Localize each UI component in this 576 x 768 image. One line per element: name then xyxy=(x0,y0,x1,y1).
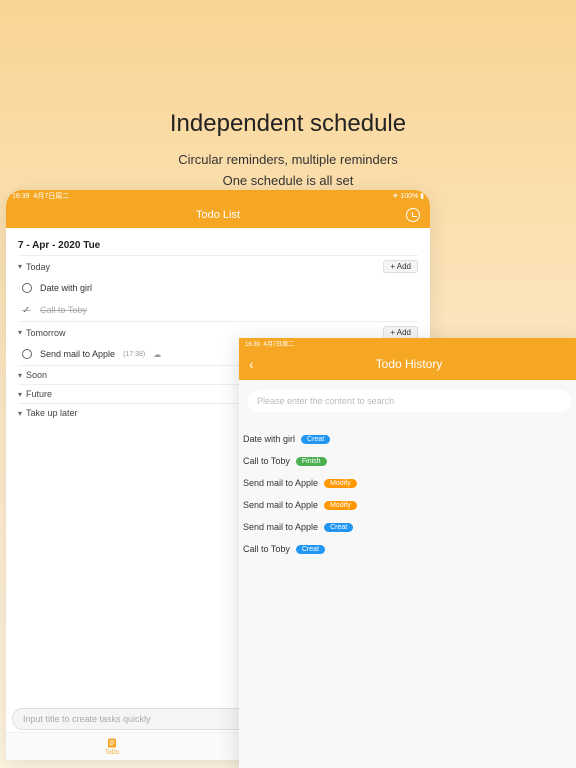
page-title: Todo List xyxy=(196,209,240,221)
status-bar: 16:39 4月7日周二 ✈ 100% ▮ xyxy=(6,190,430,202)
chevron-down-icon: ▾ xyxy=(18,328,22,337)
status-badge: Finish xyxy=(296,457,327,466)
cloud-icon: ☁ xyxy=(153,350,161,359)
section-today[interactable]: ▾Today + Add xyxy=(18,255,418,277)
status-badge: Modify xyxy=(324,479,357,488)
status-badge: Modify xyxy=(324,501,357,510)
chevron-down-icon: ▾ xyxy=(18,262,22,271)
check-icon[interactable] xyxy=(22,305,32,315)
list-icon xyxy=(106,737,118,749)
history-item-text: Send mail to Apple xyxy=(243,522,318,532)
date-header: 7 - Apr - 2020 Tue xyxy=(18,236,418,255)
history-item[interactable]: Send mail to Apple Creat xyxy=(243,516,575,538)
tab-todo[interactable]: ToDo xyxy=(6,733,218,760)
hero-section: Independent schedule Circular reminders,… xyxy=(0,0,576,192)
page-title: Todo History xyxy=(376,357,443,371)
chevron-down-icon: ▾ xyxy=(18,371,22,380)
history-item-text: Call to Toby xyxy=(243,456,290,466)
status-badge: Creat xyxy=(301,435,330,444)
history-item-text: Send mail to Apple xyxy=(243,478,318,488)
hero-title: Independent schedule xyxy=(0,110,576,138)
history-item[interactable]: Send mail to Apple Modify xyxy=(243,494,575,516)
todo-header: Todo List xyxy=(6,202,430,228)
history-item-text: Send mail to Apple xyxy=(243,500,318,510)
add-button[interactable]: + Add xyxy=(383,260,418,273)
circle-icon[interactable] xyxy=(22,283,32,293)
back-icon[interactable]: ‹ xyxy=(249,356,254,372)
todo-history-screen: 16:39 4月7日周二 ‹ Todo History Please enter… xyxy=(239,338,576,768)
hero-subtitle: Circular reminders, multiple reminders O… xyxy=(0,150,576,192)
history-item[interactable]: Date with girl Creat xyxy=(243,428,575,450)
history-icon[interactable] xyxy=(406,208,420,222)
task-item[interactable]: Date with girl xyxy=(18,277,418,299)
history-item[interactable]: Send mail to Apple Modify xyxy=(243,472,575,494)
chevron-down-icon: ▾ xyxy=(18,390,22,399)
status-badge: Creat xyxy=(296,545,325,554)
circle-icon[interactable] xyxy=(22,349,32,359)
search-input[interactable]: Please enter the content to search xyxy=(247,390,571,412)
status-badge: Creat xyxy=(324,523,353,532)
history-item-text: Date with girl xyxy=(243,434,295,444)
history-header: ‹ Todo History xyxy=(239,348,576,380)
history-list: Date with girl Creat Call to Toby Finish Sen… xyxy=(239,422,576,566)
history-item[interactable]: Call to Toby Creat xyxy=(243,538,575,560)
task-item-done[interactable]: Call to Toby xyxy=(18,299,418,321)
history-item-text: Call to Toby xyxy=(243,544,290,554)
status-bar: 16:39 4月7日周二 xyxy=(239,338,576,348)
history-item[interactable]: Call to Toby Finish xyxy=(243,450,575,472)
chevron-down-icon: ▾ xyxy=(18,409,22,418)
